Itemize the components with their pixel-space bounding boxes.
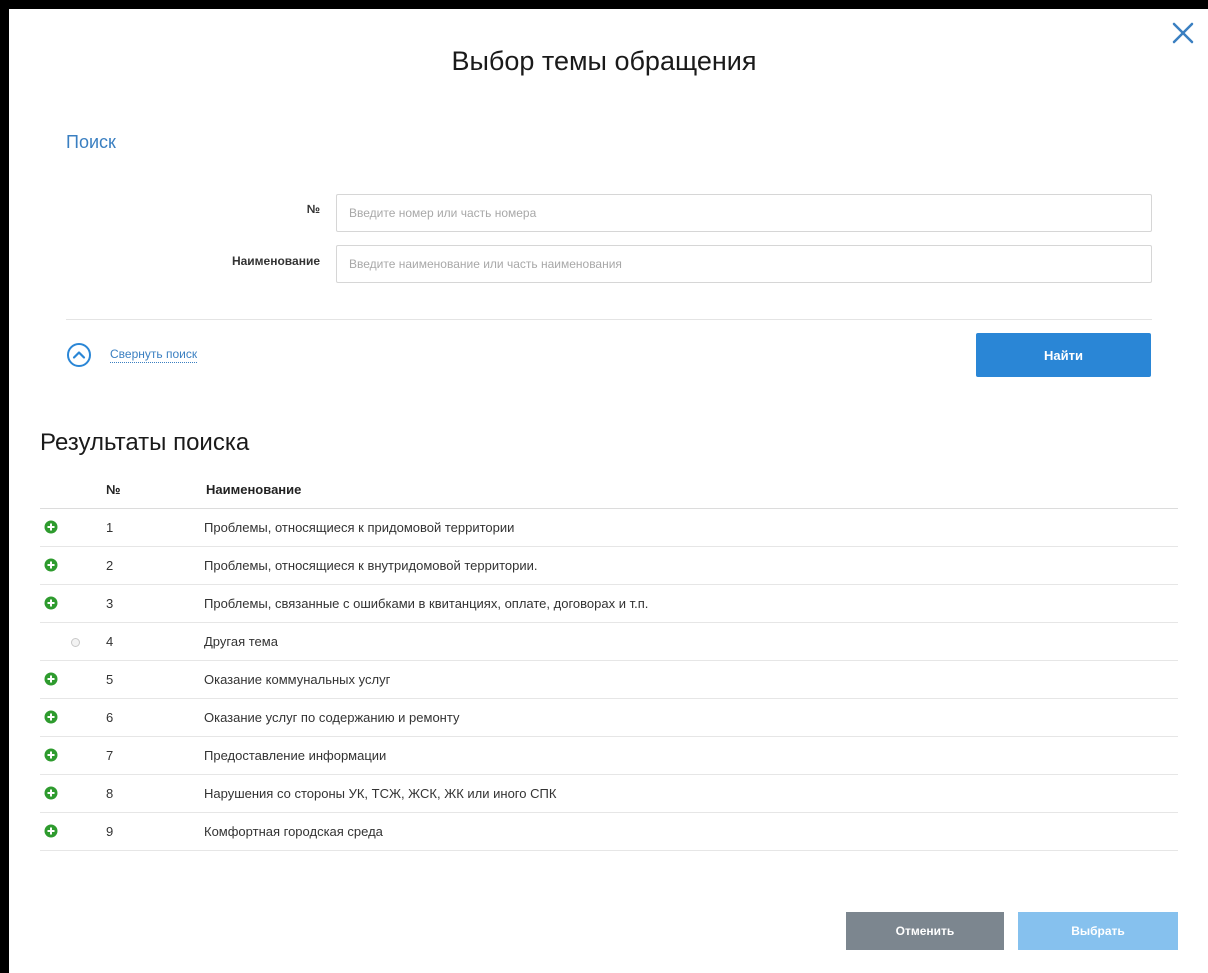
window-frame-left <box>0 0 9 973</box>
expand-plus-icon[interactable] <box>44 520 58 534</box>
select-button[interactable]: Выбрать <box>1018 912 1178 950</box>
expand-plus-icon[interactable] <box>44 710 58 724</box>
row-name: Проблемы, относящиеся к внутридомовой те… <box>204 558 538 573</box>
expand-plus-icon[interactable] <box>44 596 58 610</box>
row-number: 7 <box>106 748 114 763</box>
row-radio-button[interactable] <box>71 638 80 647</box>
number-field-label: № <box>306 202 320 216</box>
row-name: Другая тема <box>204 634 278 649</box>
row-name: Предоставление информации <box>204 748 387 763</box>
column-header-name: Наименование <box>206 482 302 497</box>
close-icon[interactable] <box>1168 18 1198 48</box>
expand-plus-icon[interactable] <box>44 558 58 572</box>
table-row[interactable]: 1 Проблемы, относящиеся к придомовой терр… <box>40 509 1178 547</box>
table-row[interactable]: 9 Комфортная городская среда <box>40 813 1178 851</box>
row-name: Проблемы, относящиеся к придомовой терри… <box>204 520 515 535</box>
row-number: 9 <box>106 824 114 839</box>
row-number: 6 <box>106 710 114 725</box>
expand-plus-icon[interactable] <box>44 672 58 686</box>
table-row[interactable]: 7 Предоставление информации <box>40 737 1178 775</box>
table-row[interactable]: 3 Проблемы, связанные с ошибками в квитан… <box>40 585 1178 623</box>
row-number: 4 <box>106 634 114 649</box>
row-number: 8 <box>106 786 114 801</box>
search-heading: Поиск <box>66 132 116 152</box>
row-name: Нарушения со стороны УК, ТСЖ, ЖСК, ЖК ил… <box>204 786 557 801</box>
row-name: Комфортная городская среда <box>204 824 383 839</box>
row-name: Оказание услуг по содержанию и ремонту <box>204 710 460 725</box>
table-row[interactable]: 5 Оказание коммунальных услуг <box>40 661 1178 699</box>
cancel-button[interactable]: Отменить <box>846 912 1004 950</box>
row-name: Оказание коммунальных услуг <box>204 672 391 687</box>
row-number: 2 <box>106 558 114 573</box>
dialog-title: Выбор темы обращения <box>451 46 757 76</box>
collapse-search-link[interactable]: Свернуть поиск <box>110 347 198 363</box>
table-row[interactable]: 2 Проблемы, относящиеся к внутридомовой т… <box>40 547 1178 585</box>
table-row[interactable]: 8 Нарушения со стороны УК, ТСЖ, ЖСК, ЖК и… <box>40 775 1178 813</box>
row-name: Проблемы, связанные с ошибками в квитанц… <box>204 596 649 611</box>
chevron-up-circle-icon[interactable] <box>66 342 92 368</box>
search-divider <box>66 319 1152 320</box>
number-search-input[interactable] <box>336 194 1152 232</box>
results-heading: Результаты поиска <box>40 429 250 456</box>
row-number: 5 <box>106 672 114 687</box>
column-header-number: № <box>106 482 121 497</box>
table-row[interactable]: 6 Оказание услуг по содержанию и ремонту <box>40 699 1178 737</box>
name-search-input[interactable] <box>336 245 1152 283</box>
expand-plus-icon[interactable] <box>44 748 58 762</box>
row-number: 3 <box>106 596 114 611</box>
name-field-label: Наименование <box>231 254 320 268</box>
row-number: 1 <box>106 520 114 535</box>
find-button[interactable]: Найти <box>976 333 1151 377</box>
table-row[interactable]: 4 Другая тема <box>40 623 1178 661</box>
expand-plus-icon[interactable] <box>44 824 58 838</box>
expand-plus-icon[interactable] <box>44 786 58 800</box>
window-frame-top <box>0 0 1208 9</box>
